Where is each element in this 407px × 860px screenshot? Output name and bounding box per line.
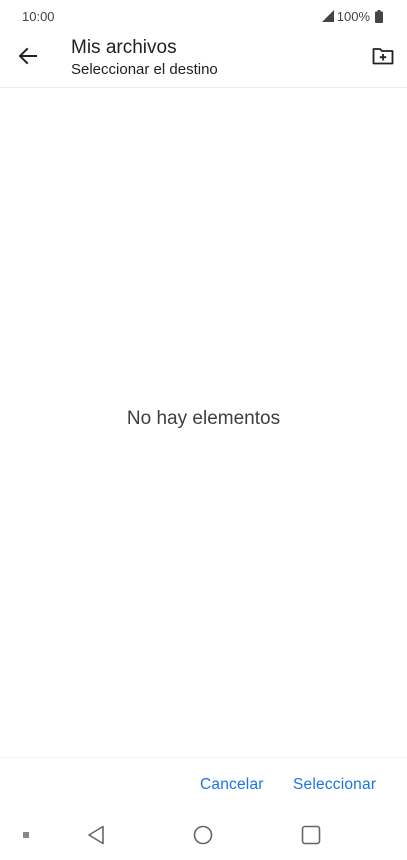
nav-back-button[interactable] — [84, 823, 108, 847]
app-bar-titles: Mis archivos Seleccionar el destino — [71, 37, 218, 80]
cancel-button[interactable]: Cancelar — [200, 776, 264, 794]
battery-percentage: 100% — [336, 8, 370, 24]
arrow-back-icon — [19, 47, 37, 65]
footer-actions: Cancelar Seleccionar — [0, 757, 407, 811]
nav-home-button[interactable] — [191, 823, 215, 847]
status-bar: 10:00 100% — [0, 0, 407, 32]
triangle-back-icon — [88, 825, 104, 845]
square-recents-icon — [301, 825, 321, 845]
dot-icon — [23, 832, 29, 838]
circle-home-icon — [193, 825, 213, 845]
screen: 10:00 100% Mis archivos Seleccionar el d… — [0, 0, 407, 860]
status-indicators: 100% — [321, 8, 383, 24]
nav-dot-button[interactable] — [14, 823, 38, 847]
status-time: 10:00 — [22, 8, 55, 24]
new-folder-button[interactable] — [369, 42, 397, 70]
signal-icon — [321, 10, 334, 22]
nav-recents-button[interactable] — [299, 823, 323, 847]
battery-icon — [375, 9, 383, 23]
page-subtitle: Seleccionar el destino — [71, 61, 218, 78]
select-button[interactable]: Seleccionar — [293, 776, 376, 794]
back-button[interactable] — [12, 40, 44, 72]
create-folder-icon — [372, 48, 394, 65]
app-bar: Mis archivos Seleccionar el destino — [0, 32, 407, 88]
page-title: Mis archivos — [71, 37, 177, 58]
empty-state-message: No hay elementos — [126, 408, 281, 429]
navigation-bar — [0, 811, 407, 860]
